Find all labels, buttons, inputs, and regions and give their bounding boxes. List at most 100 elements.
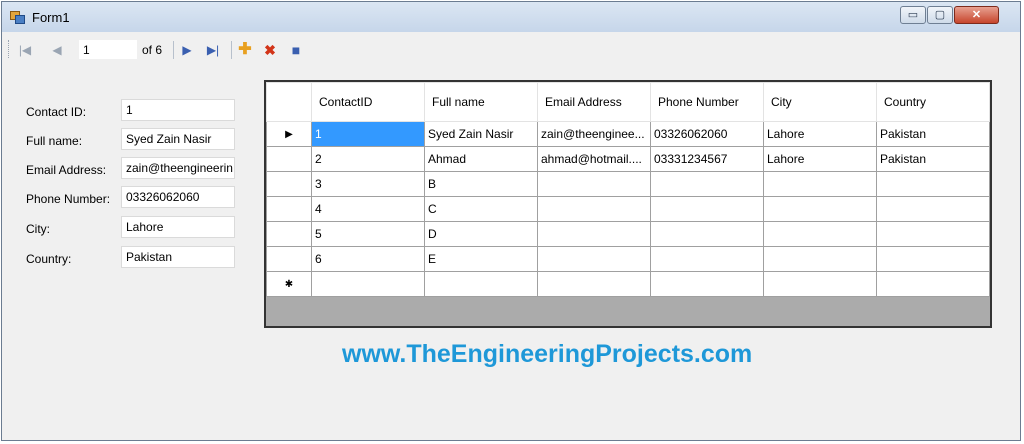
cell-phone[interactable] — [650, 246, 764, 272]
cell-country[interactable] — [876, 171, 990, 197]
cell-full-name[interactable]: Ahmad — [424, 146, 538, 172]
cell-full-name[interactable]: Syed Zain Nasir — [424, 121, 538, 147]
row-header-cell[interactable] — [266, 196, 312, 222]
city-label: City: — [26, 222, 50, 236]
cell-city[interactable] — [763, 171, 877, 197]
phone-label: Phone Number: — [26, 192, 111, 206]
maximize-icon: ▢ — [934, 9, 946, 21]
new-row-asterisk-icon[interactable]: ✱ — [266, 271, 312, 297]
table-row[interactable]: 3 B — [266, 171, 990, 197]
table-row[interactable]: ▶ 1 Syed Zain Nasir zain@theenginee... 0… — [266, 121, 990, 147]
cell-email[interactable] — [537, 171, 651, 197]
row-header-cell[interactable] — [266, 221, 312, 247]
phone-field[interactable]: 03326062060 — [121, 186, 235, 208]
window-title: Form1 — [32, 10, 70, 25]
new-row[interactable]: ✱ — [266, 271, 990, 297]
country-label: Country: — [26, 252, 72, 266]
full-name-field[interactable]: Syed Zain Nasir — [121, 128, 235, 150]
full-name-label: Full name: — [26, 134, 83, 148]
cell-email[interactable]: zain@theenginee... — [537, 121, 651, 147]
column-header-phone[interactable]: Phone Number — [650, 82, 764, 122]
cell-city[interactable] — [763, 221, 877, 247]
close-button[interactable]: ✕ — [954, 6, 999, 24]
cell-email[interactable]: ahmad@hotmail.... — [537, 146, 651, 172]
watermark-text: www.TheEngineeringProjects.com — [342, 340, 753, 368]
move-last-icon[interactable]: ▶| — [204, 41, 222, 59]
cell-city[interactable]: Lahore — [763, 146, 877, 172]
cell-email[interactable] — [537, 246, 651, 272]
cell-country[interactable] — [876, 196, 990, 222]
cell-city[interactable] — [763, 271, 877, 297]
column-header-city[interactable]: City — [763, 82, 877, 122]
current-row-indicator-icon[interactable]: ▶ — [266, 121, 312, 147]
cell-phone[interactable] — [650, 196, 764, 222]
cell-contactid[interactable]: 2 — [311, 146, 425, 172]
cell-phone[interactable] — [650, 221, 764, 247]
column-header-email[interactable]: Email Address — [537, 82, 651, 122]
corner-header-cell[interactable] — [266, 82, 312, 122]
cell-city[interactable] — [763, 246, 877, 272]
binding-navigator: |◀ ◀ of 6 ▶ ▶| ✚ ✖ ■ — [8, 36, 1016, 64]
form1-window: Form1 ▭ ▢ ✕ |◀ ◀ of 6 ▶ ▶| ✚ ✖ ■ Contact… — [1, 1, 1021, 441]
cell-phone[interactable] — [650, 271, 764, 297]
contacts-datagrid[interactable]: ContactID Full name Email Address Phone … — [264, 80, 992, 328]
city-field[interactable]: Lahore — [121, 216, 235, 238]
table-row[interactable]: 2 Ahmad ahmad@hotmail.... 03331234567 La… — [266, 146, 990, 172]
cell-full-name[interactable]: D — [424, 221, 538, 247]
cell-full-name[interactable]: E — [424, 246, 538, 272]
cell-country[interactable]: Pakistan — [876, 146, 990, 172]
minimize-icon: ▭ — [907, 9, 919, 21]
email-field[interactable]: zain@theengineerin — [121, 157, 235, 179]
cell-country[interactable] — [876, 221, 990, 247]
column-header-full-name[interactable]: Full name — [424, 82, 538, 122]
cell-city[interactable]: Lahore — [763, 121, 877, 147]
delete-icon[interactable]: ✖ — [261, 41, 279, 59]
cell-contactid[interactable]: 6 — [311, 246, 425, 272]
title-bar[interactable]: Form1 ▭ ▢ ✕ — [2, 2, 1020, 32]
save-icon[interactable]: ■ — [287, 41, 305, 59]
cell-full-name[interactable]: C — [424, 196, 538, 222]
column-header-country[interactable]: Country — [876, 82, 990, 122]
cell-contactid[interactable]: 5 — [311, 221, 425, 247]
cell-email[interactable] — [537, 271, 651, 297]
cell-contactid[interactable]: 3 — [311, 171, 425, 197]
position-input[interactable] — [78, 39, 138, 60]
move-previous-icon[interactable]: ◀ — [48, 41, 66, 59]
header-row: ContactID Full name Email Address Phone … — [266, 82, 990, 122]
contact-id-field[interactable]: 1 — [121, 99, 235, 121]
close-icon: ✕ — [971, 9, 982, 21]
move-first-icon[interactable]: |◀ — [16, 41, 34, 59]
row-header-cell[interactable] — [266, 146, 312, 172]
cell-country[interactable] — [876, 246, 990, 272]
cell-city[interactable] — [763, 196, 877, 222]
form-app-icon — [10, 11, 25, 24]
toolbar-separator — [173, 41, 174, 59]
contact-id-label: Contact ID: — [26, 105, 87, 119]
add-new-icon[interactable]: ✚ — [236, 41, 254, 59]
toolbar-grip[interactable] — [8, 40, 12, 58]
table-row[interactable]: 4 C — [266, 196, 990, 222]
maximize-button[interactable]: ▢ — [927, 6, 953, 24]
minimize-button[interactable]: ▭ — [900, 6, 926, 24]
table-row[interactable]: 6 E — [266, 246, 990, 272]
table-row[interactable]: 5 D — [266, 221, 990, 247]
cell-email[interactable] — [537, 196, 651, 222]
row-header-cell[interactable] — [266, 171, 312, 197]
cell-country[interactable] — [876, 271, 990, 297]
country-field[interactable]: Pakistan — [121, 246, 235, 268]
cell-contactid[interactable]: 1 — [311, 121, 425, 147]
cell-contactid[interactable]: 4 — [311, 196, 425, 222]
cell-email[interactable] — [537, 221, 651, 247]
cell-phone[interactable] — [650, 171, 764, 197]
grid-table: ContactID Full name Email Address Phone … — [266, 82, 990, 297]
cell-full-name[interactable] — [424, 271, 538, 297]
cell-contactid[interactable] — [311, 271, 425, 297]
cell-full-name[interactable]: B — [424, 171, 538, 197]
cell-phone[interactable]: 03331234567 — [650, 146, 764, 172]
record-count-label: of 6 — [142, 43, 163, 57]
column-header-contactid[interactable]: ContactID — [311, 82, 425, 122]
move-next-icon[interactable]: ▶ — [178, 41, 196, 59]
row-header-cell[interactable] — [266, 246, 312, 272]
cell-phone[interactable]: 03326062060 — [650, 121, 764, 147]
cell-country[interactable]: Pakistan — [876, 121, 990, 147]
